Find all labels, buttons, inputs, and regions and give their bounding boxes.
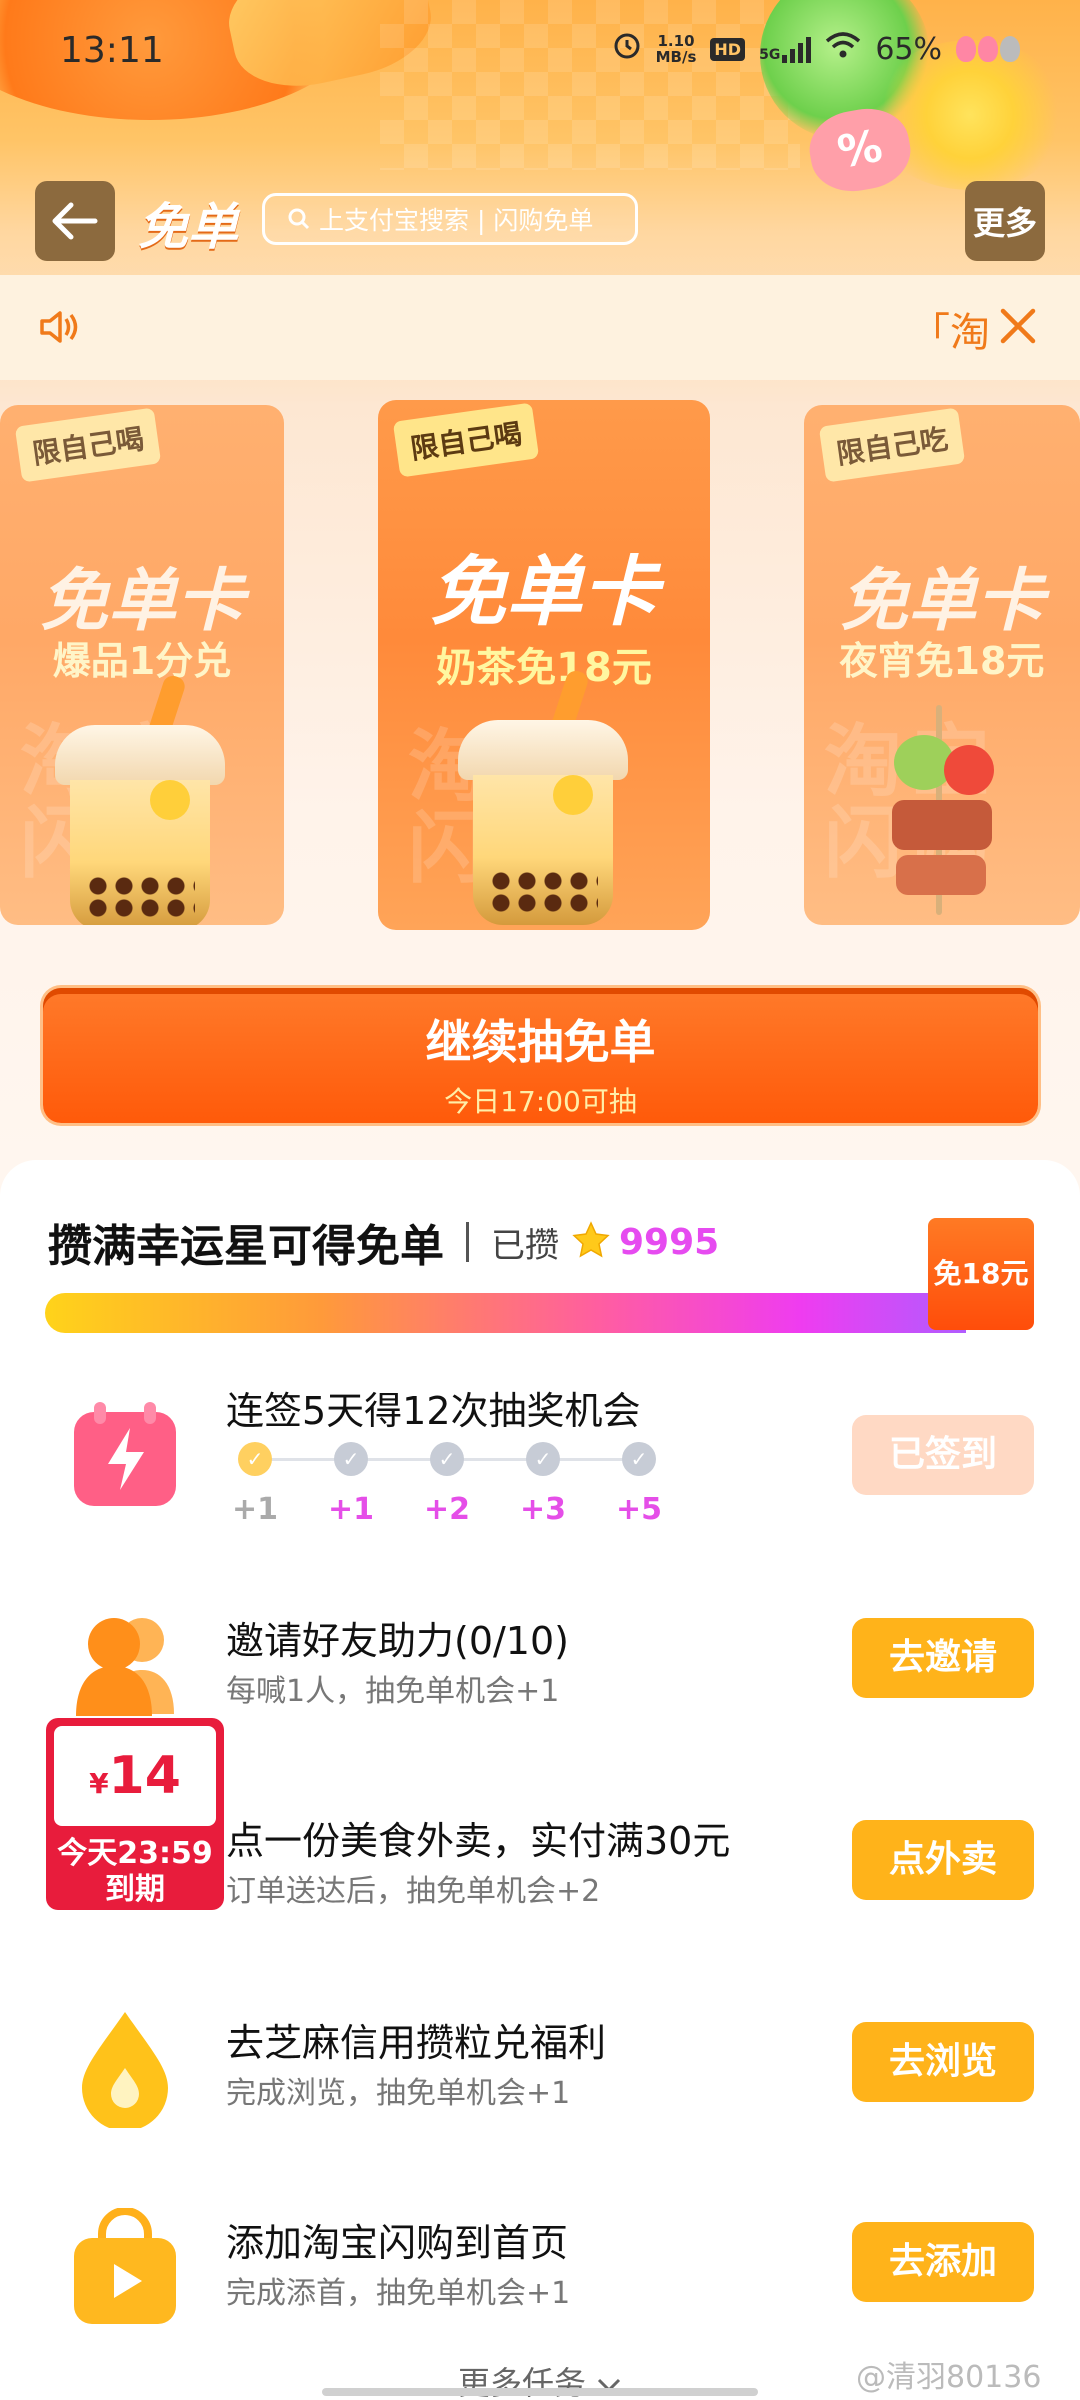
alarm-icon [612, 30, 642, 68]
speaker-icon [36, 305, 80, 353]
hd-badge: HD [710, 37, 746, 61]
card-subtitle: 爆品1分兑 [52, 639, 232, 683]
coupon-expiry: 今天23:59 [57, 1836, 213, 1871]
skewer-icon [874, 705, 1014, 915]
status-bar: 13:11 1.10 MB/s HD 5G 65% [0, 0, 1080, 110]
cta-label: 继续抽免单 [425, 1015, 656, 1069]
task-desc: 订单送达后，抽免单机会+2 [226, 1874, 601, 1909]
step-item: ✓ +1 [326, 1442, 376, 1527]
check-icon: ✓ [526, 1442, 560, 1476]
search-icon [288, 208, 310, 230]
order-food-button[interactable]: 点外卖 [852, 1820, 1034, 1900]
panel-title: 攒满幸运星可得免单 [48, 1221, 444, 1272]
collected-count: 9995 [619, 1221, 720, 1263]
step-item: ✓ +1 [230, 1442, 280, 1527]
task-title: 邀请好友助力(0/10) [226, 1619, 569, 1663]
wifi-icon [825, 31, 861, 67]
check-icon: ✓ [238, 1442, 272, 1476]
net-speed: 1.10 MB/s [655, 32, 697, 66]
cta-sub-label: 今日17:00可抽 [444, 1085, 637, 1118]
reward-badge[interactable]: 免18元 [928, 1218, 1034, 1330]
invite-button[interactable]: 去邀请 [852, 1618, 1034, 1698]
check-icon: ✓ [334, 1442, 368, 1476]
divider [466, 1222, 469, 1262]
nav-bar: 免单 上支付宝搜索 | 闪购免单 更多 [0, 175, 1080, 265]
free-card-center[interactable]: 淘宝 闪购 限自己喝 免单卡 奶茶免18元 [378, 400, 710, 930]
browse-button[interactable]: 去浏览 [852, 2022, 1034, 2102]
battery-text: 65% [875, 31, 942, 67]
calendar-icon [70, 1400, 180, 1510]
sign-in-steps: ✓ +1 ✓ +1 ✓ +2 ✓ +3 ✓ +5 [230, 1442, 664, 1527]
free-card-left[interactable]: 淘宝 闪购 限自己喝 免单卡 爆品1分兑 [0, 405, 284, 925]
card-subtitle: 夜宵免18元 [839, 639, 1045, 683]
coupon-amount: 14 [108, 1746, 181, 1806]
task-sesame-credit: 去芝麻信用攒粒兑福利 完成浏览，抽免单机会+1 去浏览 [0, 2000, 1080, 2160]
search-input[interactable]: 上支付宝搜索 | 闪购免单 [262, 193, 638, 245]
weibo-watermark: @清羽80136 [856, 2360, 1042, 2395]
star-progress-bar [45, 1293, 966, 1333]
status-time: 13:11 [60, 30, 164, 71]
free-card-right[interactable]: 淘宝 闪购 限自己吃 免单卡 夜宵免18元 [804, 405, 1080, 925]
task-add-to-home: 添加淘宝闪购到首页 完成添首，抽免单机会+1 去添加 [0, 2200, 1080, 2360]
star-icon [571, 1220, 611, 1264]
friends-icon [70, 1608, 180, 1718]
signal-icon: 5G [759, 35, 812, 63]
notice-text[interactable]: 「淘宝 [910, 300, 990, 358]
battery-icon [956, 36, 1020, 62]
step-item: ✓ +5 [614, 1442, 664, 1527]
notice-bar: 「淘宝 [0, 275, 1080, 380]
back-button[interactable] [35, 181, 115, 261]
task-desc: 每喊1人，抽免单机会+1 [226, 1674, 560, 1709]
more-button[interactable]: 更多 [965, 181, 1045, 261]
coupon-expiry-suffix: 到期 [105, 1872, 165, 1907]
collected-label: 已攒 [491, 1225, 559, 1266]
signed-in-button[interactable]: 已签到 [852, 1415, 1034, 1495]
close-icon[interactable] [995, 303, 1041, 353]
step-item: ✓ +3 [518, 1442, 568, 1527]
coupon-currency: ¥ [89, 1767, 109, 1800]
sesame-drop-icon [70, 2008, 180, 2131]
card-title: 免单卡 [430, 547, 658, 636]
page-title: 免单 [138, 198, 238, 256]
arrow-left-icon [52, 202, 98, 240]
shopping-bag-icon [70, 2207, 180, 2324]
check-icon: ✓ [430, 1442, 464, 1476]
task-desc: 完成添首，抽免单机会+1 [226, 2276, 571, 2311]
card-subtitle: 奶茶免18元 [436, 645, 652, 691]
draw-free-order-button[interactable]: 继续抽免单 今日17:00可抽 [43, 988, 1038, 1123]
task-title: 去芝麻信用攒粒兑福利 [226, 2021, 607, 2065]
search-placeholder: 上支付宝搜索 | 闪购免单 [319, 206, 594, 235]
check-icon: ✓ [622, 1442, 656, 1476]
panel-header: 攒满幸运星可得免单 已攒 9995 [48, 1210, 719, 1274]
task-title: 添加淘宝闪购到首页 [226, 2221, 569, 2265]
task-title: 连签5天得12次抽奖机会 [226, 1389, 641, 1433]
task-desc: 完成浏览，抽免单机会+1 [226, 2076, 571, 2111]
add-button[interactable]: 去添加 [852, 2222, 1034, 2302]
coupon-badge[interactable]: ¥14 今天23:59 到期 [46, 1718, 224, 1910]
step-item: ✓ +2 [422, 1442, 472, 1527]
home-indicator[interactable] [322, 2388, 758, 2396]
task-title: 点一份美食外卖，实付满30元 [226, 1819, 731, 1863]
